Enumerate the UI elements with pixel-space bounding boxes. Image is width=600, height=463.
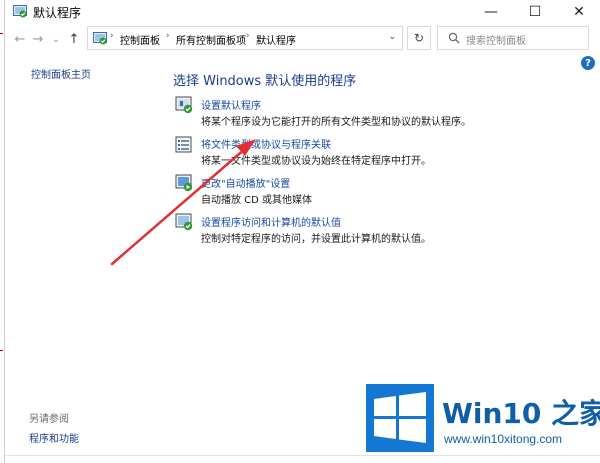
help-button[interactable]: ? xyxy=(581,56,595,70)
breadcrumb-item[interactable]: 所有控制面板项 xyxy=(176,32,246,47)
maximize-icon: ☐ xyxy=(528,4,542,20)
watermark-brand-name: Win10 xyxy=(442,397,542,430)
edge-mark xyxy=(0,33,3,34)
watermark-brand-suffix: 之家 xyxy=(551,397,600,430)
control-panel-home-link[interactable]: 控制面板主页 xyxy=(31,66,91,81)
refresh-icon: ↻ xyxy=(413,31,425,45)
forward-arrow-icon: → xyxy=(32,31,44,47)
search-input[interactable]: 搜索控制面板 xyxy=(466,32,526,47)
set-default-programs-link[interactable]: 设置默认程序 xyxy=(201,97,261,112)
item-description: 控制对特定程序的访问，并设置此计算机的默认值。 xyxy=(201,234,431,245)
minimize-button[interactable]: — xyxy=(469,0,513,24)
address-bar[interactable]: › 控制面板 › 所有控制面板项 › 默认程序 ⌄ xyxy=(87,26,403,50)
window-title: 默认程序 xyxy=(33,6,82,20)
title-bar: 默认程序 — ☐ ✕ xyxy=(5,0,600,24)
default-programs-icon xyxy=(13,5,27,18)
status-bar xyxy=(5,455,600,463)
breadcrumb-item[interactable]: 默认程序 xyxy=(256,32,296,47)
autoplay-icon xyxy=(175,174,193,192)
item-description: 将某一文件类型或协议设为始终在特定程序中打开。 xyxy=(201,156,431,167)
minimize-icon: — xyxy=(484,4,498,20)
up-arrow-icon: ↑ xyxy=(68,31,80,47)
search-box[interactable]: 搜索控制面板 xyxy=(437,26,589,50)
windows-logo-icon xyxy=(366,384,434,452)
chevron-down-icon: ⌄ xyxy=(51,33,61,45)
maximize-button[interactable]: ☐ xyxy=(513,0,557,24)
item-description: 自动播放 CD 或其他媒体 xyxy=(201,195,313,206)
address-row: ← → ⌄ ↑ › 控制面板 › 所有控制面板项 › 默认程序 ⌄ ↻ 搜索控制… xyxy=(5,26,600,52)
up-button[interactable]: ↑ xyxy=(65,29,83,49)
refresh-button[interactable]: ↻ xyxy=(407,26,431,50)
breadcrumb-separator: › xyxy=(166,31,170,41)
watermark-url: www.win10xitong.com xyxy=(444,432,563,446)
see-also-label: 另请参阅 xyxy=(29,414,69,425)
close-icon: ✕ xyxy=(573,4,585,20)
file-association-link[interactable]: 将文件类型或协议与程序关联 xyxy=(201,136,331,151)
search-icon xyxy=(448,32,460,44)
edge-mark xyxy=(0,350,3,351)
close-button[interactable]: ✕ xyxy=(557,0,600,24)
back-button[interactable]: ← xyxy=(11,29,29,49)
help-icon: ? xyxy=(585,57,591,69)
breadcrumb-item[interactable]: 控制面板 xyxy=(120,32,160,47)
file-association-icon xyxy=(175,136,192,153)
program-access-defaults-link[interactable]: 设置程序访问和计算机的默认值 xyxy=(201,214,341,229)
chevron-down-icon[interactable]: ⌄ xyxy=(388,32,396,42)
recent-locations-button[interactable]: ⌄ xyxy=(47,29,65,49)
page-title: 选择 Windows 默认使用的程序 xyxy=(173,74,357,89)
default-programs-icon xyxy=(175,96,193,114)
back-arrow-icon: ← xyxy=(14,31,26,47)
item-description: 将某个程序设为它能打开的所有文件类型和协议的默认程序。 xyxy=(201,117,471,128)
breadcrumb-separator: › xyxy=(110,31,114,41)
forward-button[interactable]: → xyxy=(29,29,47,49)
autoplay-settings-link[interactable]: 更改"自动播放"设置 xyxy=(201,175,290,190)
watermark-brand: Win10 之家 xyxy=(442,392,600,432)
program-access-icon xyxy=(175,213,193,231)
programs-and-features-link[interactable]: 程序和功能 xyxy=(29,430,79,445)
control-panel-icon xyxy=(93,32,107,45)
breadcrumb-separator: › xyxy=(246,31,250,41)
